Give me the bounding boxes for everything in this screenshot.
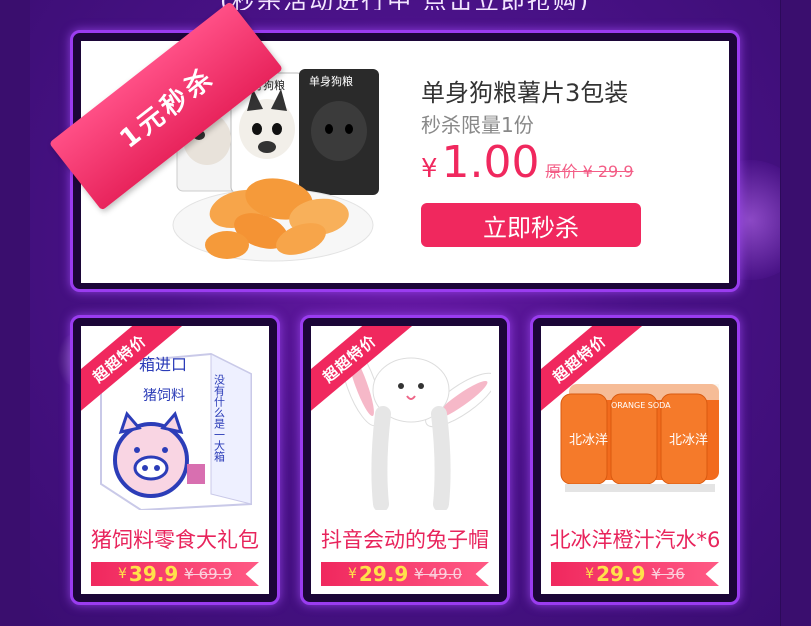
sale-price: 29.9: [358, 562, 409, 586]
box-text: 猪饲料: [143, 388, 185, 404]
product-name: 猪饲料零食大礼包: [91, 528, 259, 552]
featured-limit-text: 秒杀限量1份: [421, 113, 534, 137]
price-bar: ¥ 29.9 ¥ 49.0: [321, 562, 489, 586]
original-price: ¥ 49.0: [414, 565, 462, 583]
background-right: [781, 0, 811, 626]
product-card[interactable]: 超超特价 箱进口 猪饲料 没有什么是一大箱 猪饲料零食大礼包 ¥ 39.9 ¥ …: [81, 326, 269, 594]
product-name: 北冰洋橙汁汽水*6: [549, 528, 721, 552]
can-sub-label: ORANGE SODA: [611, 401, 671, 410]
promo-panel: (秒杀活动进行中 点击立即抢购) 1元秒杀 单身狗粮 单身狗粮 单身狗粮: [30, 0, 780, 626]
currency-symbol: ¥: [421, 154, 438, 184]
product-card-frame: 超超特价 抖音会动的兔子帽 ¥ 29.9 ¥ 49.0: [300, 315, 510, 605]
can-label: 北冰洋: [569, 433, 608, 448]
featured-product-title: 单身狗粮薯片3包装: [421, 79, 629, 107]
product-card[interactable]: 超超特价 抖音会动的兔子帽 ¥ 29.9 ¥ 49.0: [311, 326, 499, 594]
product-card[interactable]: 超超特价 北冰洋 北冰洋 ORANGE SODA 北冰洋橙汁汽水*6 ¥ 29.…: [541, 326, 729, 594]
currency-symbol: ¥: [585, 566, 595, 582]
price-bar: ¥ 29.9 ¥ 36: [551, 562, 719, 586]
currency-symbol: ¥: [348, 566, 357, 582]
original-price: ¥ 36: [651, 565, 685, 583]
currency-symbol: ¥: [118, 566, 127, 582]
background-left: [0, 0, 30, 626]
can-label: 北冰洋: [669, 433, 708, 448]
price-bar: ¥ 39.9 ¥ 69.9: [91, 562, 259, 586]
chips-bag-label: 单身狗粮: [309, 74, 353, 88]
product-name: 抖音会动的兔子帽: [321, 528, 489, 552]
header-banner-fragment: (秒杀活动进行中 点击立即抢购): [30, 0, 780, 10]
box-side-text: 没有什么是一大箱: [213, 374, 226, 463]
original-price: ¥ 69.9: [184, 565, 232, 583]
sale-price: 29.9: [596, 562, 646, 586]
buy-now-button[interactable]: 立即秒杀: [421, 203, 641, 247]
featured-original-price: 原价 ¥ 29.9: [545, 162, 634, 181]
featured-price-row: ¥ 1.00 原价 ¥ 29.9: [421, 137, 634, 188]
featured-deal-card[interactable]: 1元秒杀 单身狗粮 单身狗粮 单身狗粮薯片3包装 秒杀限量1份 ¥ 1.00 原…: [48, 1, 729, 283]
featured-sale-price: 1.00: [441, 137, 540, 188]
sale-price: 39.9: [128, 562, 179, 586]
featured-deal-frame: 1元秒杀 单身狗粮 单身狗粮 单身狗粮薯片3包装 秒杀限量1份 ¥ 1.00 原…: [48, 1, 740, 292]
product-card-frame: 超超特价 北冰洋 北冰洋 ORANGE SODA 北冰洋橙汁汽水*6 ¥ 29.…: [530, 315, 740, 605]
box-text: 箱进口: [139, 355, 187, 374]
product-card-frame: 超超特价 箱进口 猪饲料 没有什么是一大箱 猪饲料零食大礼包 ¥ 39.9 ¥ …: [70, 315, 280, 605]
